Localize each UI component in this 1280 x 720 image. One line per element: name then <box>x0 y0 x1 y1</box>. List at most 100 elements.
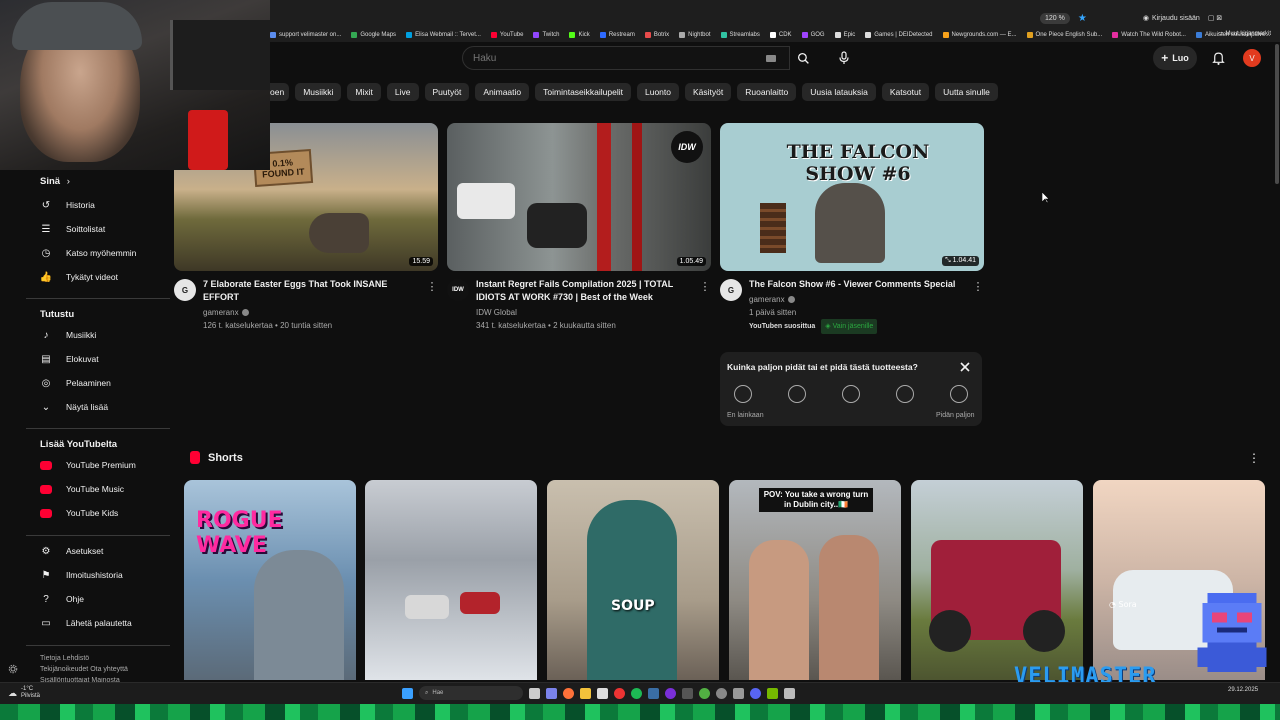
short-thumbnail[interactable]: ROGUE WAVE <box>184 480 356 680</box>
sidebar-item-youtube-kids[interactable]: YouTube Kids <box>32 502 166 524</box>
teams-icon[interactable] <box>546 687 557 699</box>
more-options-icon[interactable]: ⋮ <box>973 279 984 293</box>
sidebar-item-näytä-lisää[interactable]: ⌄ Näytä lisää <box>32 396 166 418</box>
bookmark-item[interactable]: Twitch <box>533 32 559 38</box>
more-options-icon[interactable]: ⋮ <box>427 279 438 293</box>
video-title[interactable]: 7 Elaborate Easter Eggs That Took INSANE… <box>203 278 423 304</box>
rating-face-unhappy-icon[interactable] <box>788 385 806 403</box>
bookmark-item[interactable]: Elisa Webmail :: Tervet... <box>406 32 481 38</box>
taskbar-date[interactable]: 29.12.2025 <box>1228 687 1258 693</box>
bookmark-item[interactable]: Newgrounds.com — E... <box>942 32 1017 38</box>
voice-search-button[interactable] <box>832 46 856 70</box>
short-thumbnail[interactable]: SOUP <box>547 480 719 680</box>
search-input[interactable] <box>473 52 753 64</box>
filter-chip[interactable]: Ruoanlaitto <box>737 83 797 101</box>
bookmark-item[interactable]: One Piece English Sub... <box>1026 32 1102 38</box>
channel-avatar[interactable]: G <box>720 279 742 301</box>
sidebar-item-tykätyt-videot[interactable]: 👍 Tykätyt videot <box>32 266 166 288</box>
short-thumbnail[interactable] <box>365 480 537 680</box>
bookmark-item[interactable]: Nightbot <box>679 32 711 38</box>
channel-avatar[interactable]: G <box>174 279 196 301</box>
filter-chip[interactable]: Live <box>386 83 419 101</box>
bookmark-item[interactable]: Kick <box>569 32 590 38</box>
sidebar-item-historia[interactable]: ↺ Historia <box>32 194 166 216</box>
bookmark-item[interactable]: YouTube <box>490 32 523 38</box>
xbox-icon[interactable] <box>699 687 710 699</box>
channel-avatar[interactable]: IDW <box>447 279 469 301</box>
star-icon[interactable]: ★ <box>1078 13 1087 24</box>
channel-name[interactable]: IDW Global <box>476 306 517 319</box>
nvidia-icon[interactable] <box>767 687 778 699</box>
sidebar-item-soittolistat[interactable]: ☰ Soittolistat <box>32 218 166 240</box>
app-icon[interactable] <box>733 687 744 699</box>
filter-chip[interactable]: Uutta sinulle <box>935 83 998 101</box>
bookmark-item[interactable]: support velimaster on... <box>270 32 341 38</box>
sidebar-item-asetukset[interactable]: ⚙ Asetukset <box>32 540 166 562</box>
filter-chip[interactable]: Puutyöt <box>424 83 470 101</box>
filter-chip[interactable]: Uusia latauksia <box>802 83 876 101</box>
bookmark-item[interactable]: Botrix <box>644 32 669 38</box>
bookmark-item[interactable]: Epic <box>834 32 855 38</box>
filter-chip[interactable]: Musiikki <box>295 83 342 101</box>
windows-start-icon[interactable] <box>402 687 413 699</box>
filter-chip[interactable]: Animaatio <box>475 83 530 101</box>
filter-chip[interactable]: Käsityöt <box>684 83 732 101</box>
channel-name[interactable]: gameranx <box>203 306 249 319</box>
bookmark-item[interactable]: GOG <box>801 32 825 38</box>
chrome-icon[interactable] <box>614 687 625 699</box>
rating-face-very-unhappy-icon[interactable] <box>734 385 752 403</box>
app-icon[interactable] <box>784 687 795 699</box>
rating-face-very-happy-icon[interactable] <box>950 385 968 403</box>
sidebar-item-katso-myöhemmin[interactable]: ◷ Katso myöhemmin <box>32 242 166 264</box>
filter-chip[interactable]: Toimintaseikkailupelit <box>535 83 631 101</box>
obs-icon[interactable] <box>665 687 676 699</box>
settings-icon[interactable] <box>716 687 727 699</box>
steam-icon[interactable] <box>648 687 659 699</box>
sidebar-item-ilmoitushistoria[interactable]: ⚑ Ilmoitushistoria <box>32 564 166 586</box>
other-bookmarks[interactable]: ▭ Muut kirjanmerkit <box>1218 30 1271 37</box>
filter-chip[interactable]: oen <box>270 83 290 101</box>
sidebar-item-elokuvat[interactable]: ▤ Elokuvat <box>32 348 166 370</box>
signin-button[interactable]: ◉ Kirjaudu sisään <box>1143 14 1200 23</box>
video-thumbnail[interactable]: THE FALCON SHOW #6 ⤡ 1.04.41 <box>720 123 984 271</box>
store-icon[interactable] <box>597 687 608 699</box>
rating-face-neutral-icon[interactable] <box>842 385 860 403</box>
channel-name[interactable]: gameranx <box>749 293 795 306</box>
task-view-icon[interactable] <box>529 687 540 699</box>
shorts-more-icon[interactable]: ⋮ <box>1248 451 1260 465</box>
search-box[interactable] <box>462 46 790 70</box>
filter-chip[interactable]: Mixit <box>347 83 381 101</box>
sidebar-item-lähetä-palautetta[interactable]: ▭ Lähetä palautetta <box>32 612 166 634</box>
bookmark-item[interactable]: Watch The Wild Robot... <box>1112 32 1186 38</box>
discord-icon[interactable] <box>750 687 761 699</box>
account-avatar[interactable]: V <box>1243 49 1261 67</box>
keyboard-icon[interactable] <box>766 55 776 62</box>
sidebar-item-musiikki[interactable]: ♪ Musiikki <box>32 324 166 346</box>
bookmark-item[interactable]: Restream <box>599 32 635 38</box>
short-thumbnail[interactable] <box>911 480 1083 680</box>
sidebar-you-heading[interactable]: Sinä › <box>40 176 70 187</box>
filter-chip[interactable]: Katsotut <box>881 83 930 101</box>
zoom-indicator[interactable]: 120 % <box>1040 12 1070 24</box>
settings-gear-icon[interactable] <box>8 664 18 674</box>
footer-links-2[interactable]: Tekijänoikeudet Ota yhteyttä <box>40 666 128 673</box>
sidebar-item-youtube-premium[interactable]: YouTube Premium <box>32 454 166 476</box>
close-button[interactable] <box>958 360 972 374</box>
sidebar-item-youtube-music[interactable]: YouTube Music <box>32 478 166 500</box>
footer-links-1[interactable]: Tietoja Lehdistö <box>40 655 89 662</box>
sidebar-item-pelaaminen[interactable]: ◎ Pelaaminen <box>32 372 166 394</box>
file-explorer-icon[interactable] <box>580 687 591 699</box>
video-title[interactable]: The Falcon Show #6 - Viewer Comments Spe… <box>749 278 969 291</box>
search-button[interactable] <box>790 46 816 70</box>
bookmark-item[interactable]: Games | DEIDetected <box>865 32 933 38</box>
sidebar-item-ohje[interactable]: ? Ohje <box>32 588 166 610</box>
calculator-icon[interactable] <box>682 687 693 699</box>
bookmark-item[interactable]: Streamlabs <box>720 32 760 38</box>
bookmark-item[interactable]: Google Maps <box>351 32 396 38</box>
more-options-icon[interactable]: ⋮ <box>700 279 711 293</box>
video-thumbnail[interactable]: IDW 1.05.49 <box>447 123 711 271</box>
firefox-icon[interactable] <box>563 687 574 699</box>
spotify-icon[interactable] <box>631 687 642 699</box>
short-thumbnail[interactable]: POV: You take a wrong turn in Dublin cit… <box>729 480 901 680</box>
bookmark-item[interactable]: CDK <box>769 32 792 38</box>
